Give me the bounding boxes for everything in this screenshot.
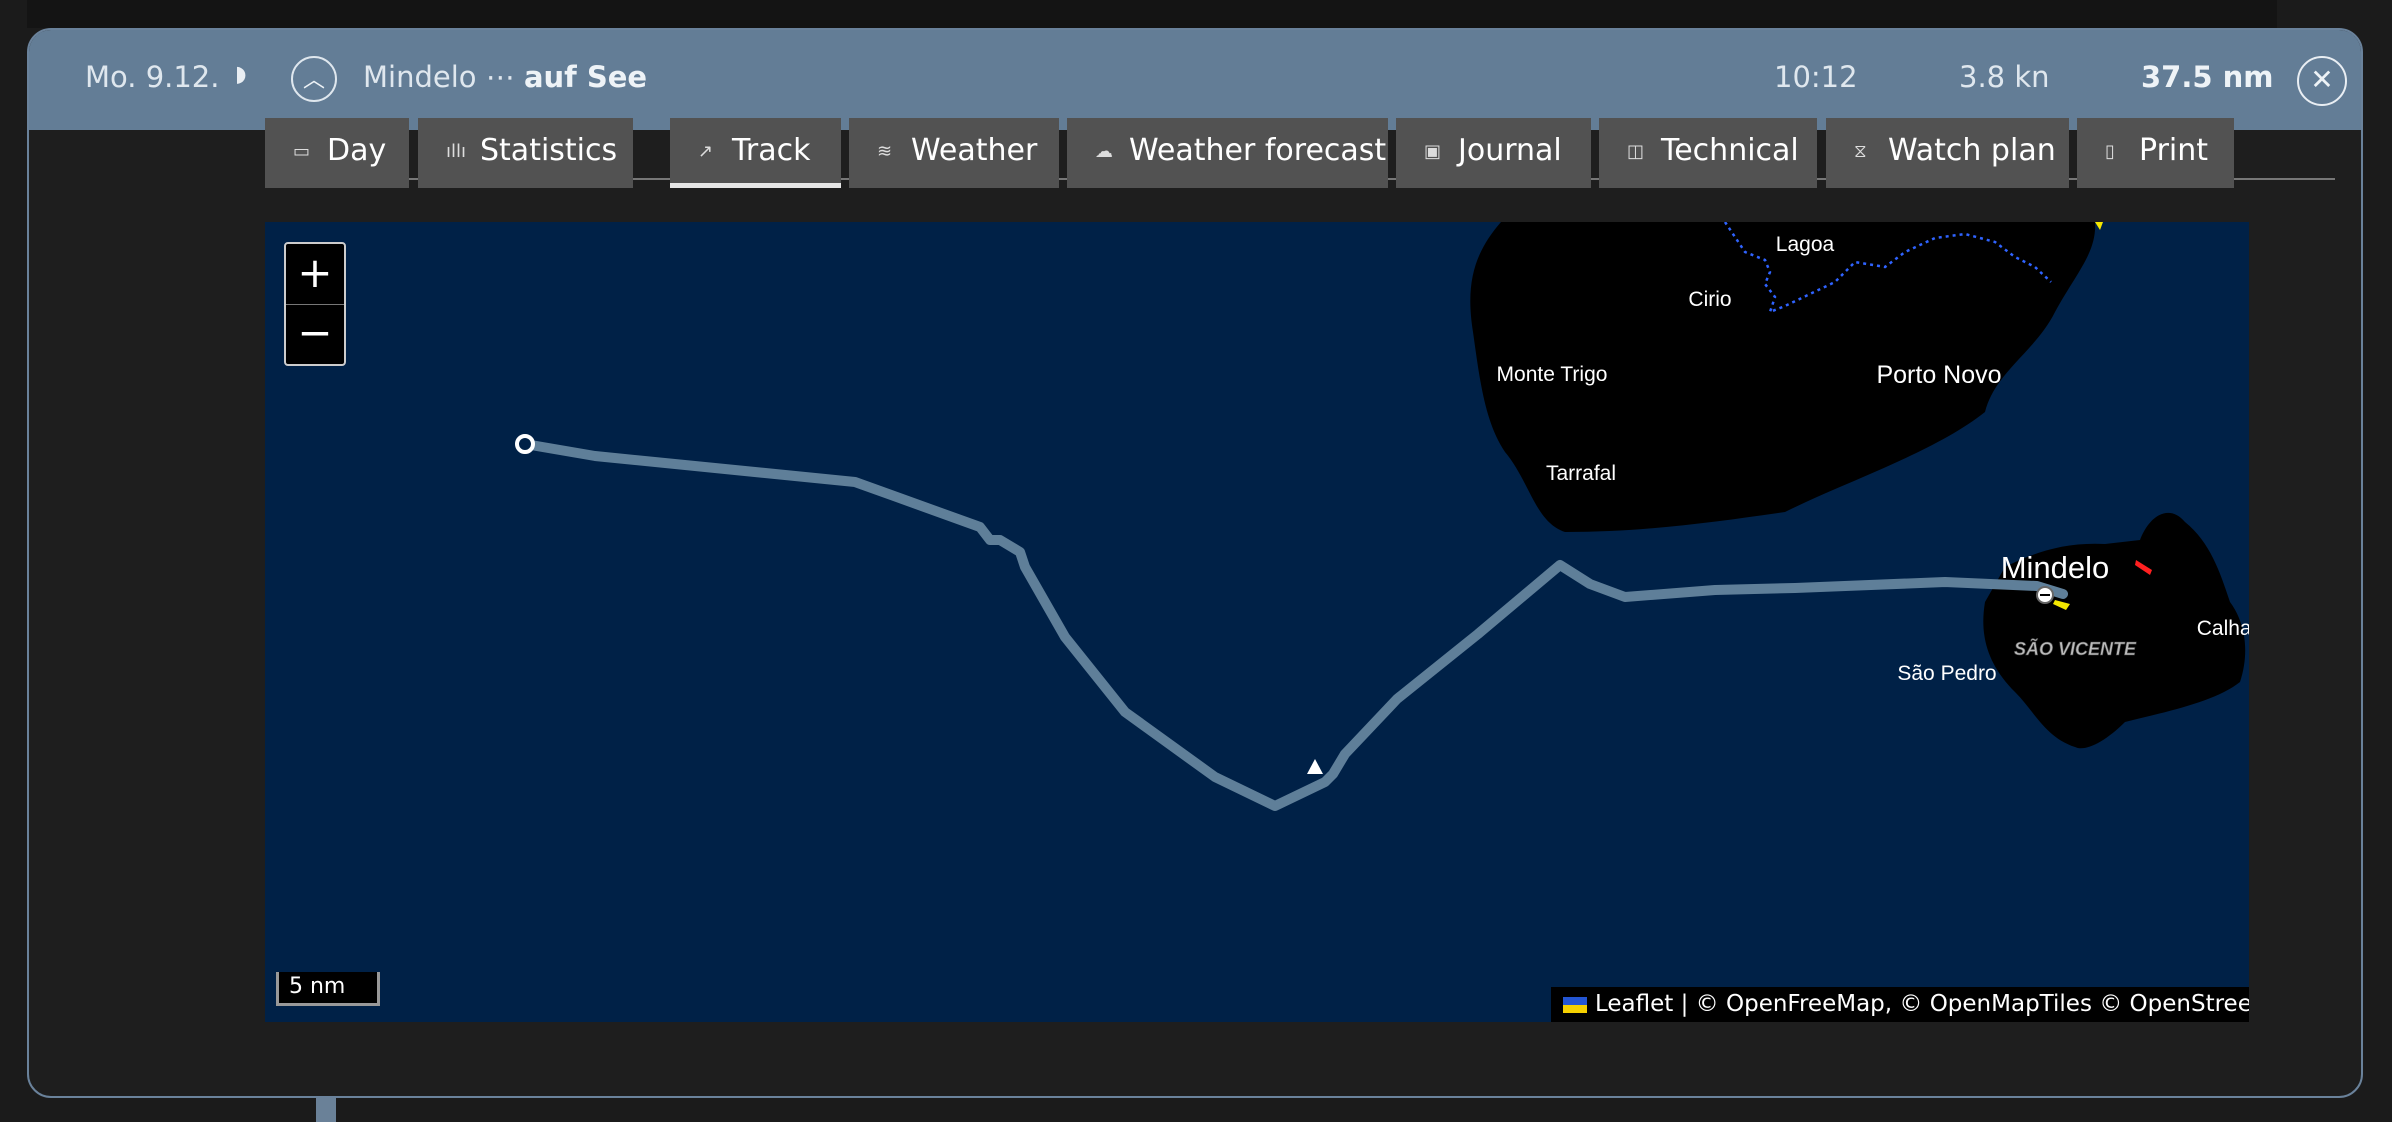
print-icon: ▯ xyxy=(2105,140,2115,162)
zoom-in-button[interactable]: + xyxy=(286,244,344,305)
tab-label: Weather forecast xyxy=(1129,133,1387,168)
cloud-sun-icon: ☁ xyxy=(1095,140,1113,162)
track-icon: ↗ xyxy=(698,140,714,162)
place-tarrafal: Tarrafal xyxy=(1546,462,1616,485)
scale-bar: 5 nm xyxy=(276,972,380,1006)
calendar-icon: ▭ xyxy=(293,140,311,162)
route-to: auf See xyxy=(523,60,648,94)
tab-label: Track xyxy=(732,133,811,168)
zoom-out-button[interactable]: − xyxy=(286,304,344,364)
tab-label: Journal xyxy=(1458,133,1562,168)
tab-weather-forecast[interactable]: ☁ Weather forecast xyxy=(1067,118,1388,188)
tab-statistics[interactable]: ıllı Statistics xyxy=(418,118,633,188)
place-sao-pedro: São Pedro xyxy=(1897,662,1996,685)
tab-day[interactable]: ▭ Day xyxy=(265,118,409,188)
modal-header: Mo. 9.12. ◗ ︿ Mindelo ⋯ auf See 10:12 3.… xyxy=(29,30,2361,130)
tab-label: Watch plan xyxy=(1888,133,2056,168)
track-map[interactable]: Lagoa Cirio Monte Trigo Porto Novo Tarra… xyxy=(265,222,2249,1022)
route-separator: ⋯ xyxy=(485,60,515,94)
track-start-point xyxy=(515,434,535,454)
attribution-text: Leaflet | © OpenFreeMap, © OpenMapTiles … xyxy=(1595,991,2249,1017)
route-title: Mindelo ⋯ auf See xyxy=(363,60,647,94)
close-icon: ✕ xyxy=(2310,63,2334,96)
tab-weather[interactable]: ≋ Weather xyxy=(849,118,1059,188)
chevron-up-icon: ︿ xyxy=(302,68,325,93)
distance-label: 37.5 nm xyxy=(2141,60,2274,94)
half-moon-icon: ◗ xyxy=(235,62,247,87)
tab-label: Print xyxy=(2139,133,2209,168)
tab-label: Technical xyxy=(1661,133,1799,168)
tab-label: Weather xyxy=(911,133,1038,168)
tab-label: Day xyxy=(327,133,387,168)
ukraine-flag-icon xyxy=(1563,996,1587,1013)
tab-journal[interactable]: ▣ Journal xyxy=(1396,118,1591,188)
time-label: 10:12 xyxy=(1774,60,1858,94)
gauge-icon: ◫ xyxy=(1627,140,1645,162)
bar-chart-icon: ıllı xyxy=(446,140,467,162)
tab-technical[interactable]: ◫ Technical xyxy=(1599,118,1817,188)
route-from: Mindelo xyxy=(363,60,477,94)
tab-print[interactable]: ▯ Print xyxy=(2077,118,2234,188)
place-mindelo: Mindelo xyxy=(2001,550,2110,585)
place-calhau: Calhau xyxy=(2197,617,2249,640)
position-marker xyxy=(1307,759,1323,774)
bottom-indicator xyxy=(316,1098,336,1122)
top-strip xyxy=(27,0,2277,28)
journal-icon: ▣ xyxy=(1424,140,1442,162)
close-button[interactable]: ✕ xyxy=(2297,56,2347,106)
place-lagoa: Lagoa xyxy=(1776,233,1835,256)
tab-bar: ▭ Day ıllı Statistics ↗ Track ≋ Weather ☁ Wea… xyxy=(265,118,2335,188)
map-canvas: Lagoa Cirio Monte Trigo Porto Novo Tarra… xyxy=(515,222,2249,811)
speed-label: 3.8 kn xyxy=(1959,60,2050,94)
track-line xyxy=(520,439,2068,811)
page-footer xyxy=(0,1098,2392,1122)
island-sao-vicente: SÃO VICENTE xyxy=(2014,638,2137,659)
zoom-control: + − xyxy=(284,242,346,366)
date-label: Mo. 9.12. xyxy=(85,60,220,94)
weather-icon: ≋ xyxy=(877,140,893,162)
hourglass-icon: ⧖ xyxy=(1854,140,1867,162)
place-porto-novo: Porto Novo xyxy=(1876,361,2001,389)
tab-label: Statistics xyxy=(480,133,618,168)
tab-track[interactable]: ↗ Track xyxy=(670,118,841,188)
collapse-button[interactable]: ︿ xyxy=(291,56,337,102)
place-monte-trigo: Monte Trigo xyxy=(1497,363,1608,386)
map-attribution[interactable]: Leaflet | © OpenFreeMap, © OpenMapTiles … xyxy=(1551,987,2249,1022)
tab-watch-plan[interactable]: ⧖ Watch plan xyxy=(1826,118,2069,188)
yellow-marker xyxy=(2095,222,2103,230)
place-cirio: Cirio xyxy=(1688,288,1731,311)
